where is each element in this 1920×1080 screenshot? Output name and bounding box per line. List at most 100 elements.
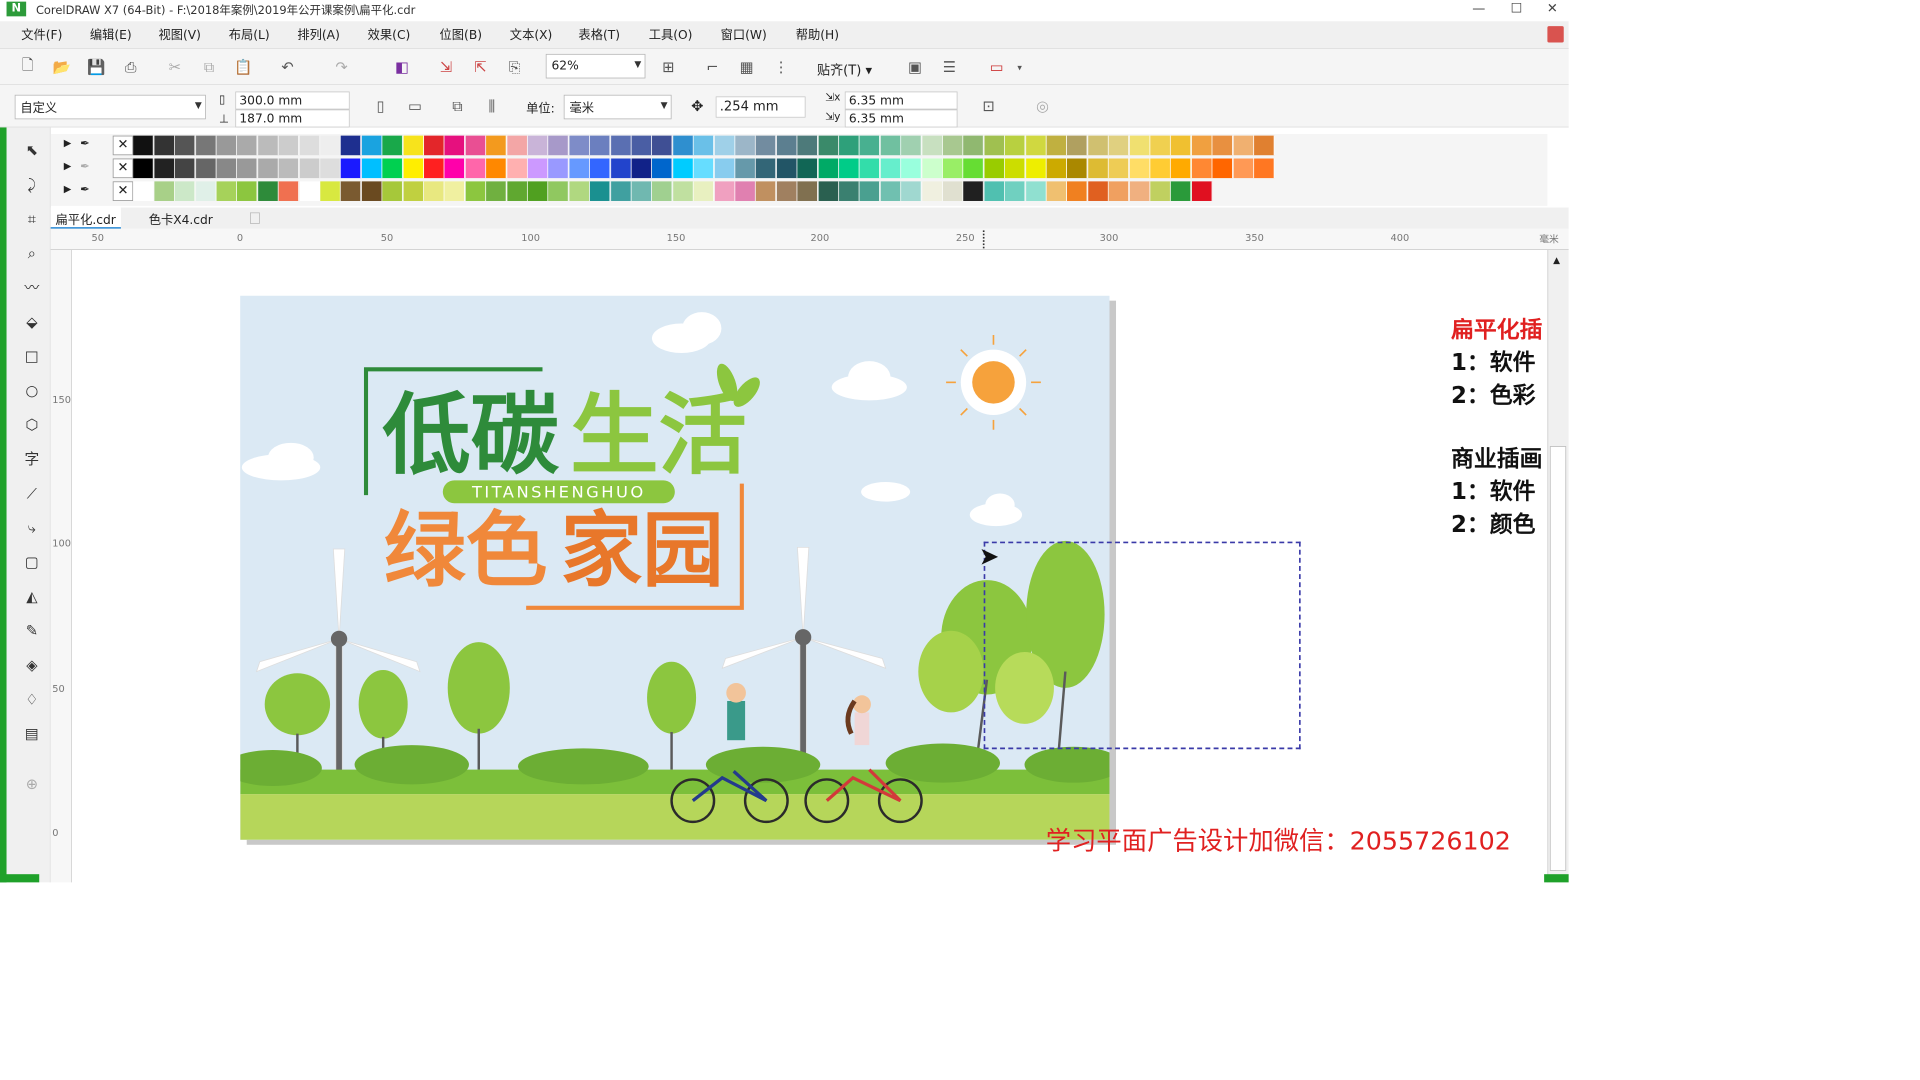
full-screen-icon[interactable]: ⊞ — [657, 56, 680, 79]
palette-swatch[interactable] — [174, 135, 196, 156]
publish-pdf-icon[interactable]: ⎘ — [503, 56, 526, 79]
palette-swatch[interactable] — [1025, 181, 1047, 201]
palette-swatch[interactable] — [341, 158, 362, 179]
welcome-screen-icon[interactable]: ▣ — [904, 56, 927, 79]
palette-swatch[interactable] — [299, 135, 320, 156]
palette-swatch[interactable] — [258, 135, 279, 156]
units-select[interactable]: 毫米 ▼ — [563, 94, 672, 120]
palette-swatch[interactable] — [942, 135, 964, 156]
redo-icon[interactable]: ↷ — [330, 56, 353, 79]
menu-window[interactable]: 窗口(W) — [721, 26, 767, 43]
snap-to-dropdown[interactable]: 贴齐(T) ▾ — [817, 59, 872, 79]
text-tool-icon[interactable]: 字 — [20, 448, 45, 473]
menu-table[interactable]: 表格(T) — [578, 26, 620, 43]
palette-swatch[interactable] — [942, 181, 964, 201]
palette-swatch[interactable] — [984, 135, 1005, 156]
palette-swatch[interactable] — [361, 135, 383, 156]
palette-swatch[interactable] — [652, 181, 673, 201]
palette-swatch[interactable] — [444, 158, 466, 179]
duplicate-y-input[interactable]: 6.35 mm — [844, 109, 958, 128]
close-button[interactable]: ✕ — [1536, 0, 1569, 18]
palette-swatch[interactable] — [278, 158, 300, 179]
palette-swatch[interactable] — [1150, 135, 1171, 156]
copy-icon[interactable]: ⧉ — [198, 56, 221, 79]
palette-swatch[interactable] — [507, 158, 528, 179]
paste-icon[interactable]: 📋 — [232, 56, 255, 79]
palette-swatch[interactable] — [1005, 135, 1026, 156]
palette-swatch[interactable] — [1254, 135, 1275, 156]
palette-swatch[interactable] — [901, 181, 922, 201]
palette-swatch[interactable] — [590, 158, 611, 179]
palette-swatch[interactable] — [216, 135, 237, 156]
zoom-select[interactable]: 62% ▼ — [545, 53, 646, 79]
palette-swatch[interactable] — [507, 181, 528, 201]
palette-swatch[interactable] — [486, 135, 507, 156]
palette-swatch[interactable] — [735, 181, 756, 201]
palette-swatch[interactable] — [1212, 135, 1234, 156]
palette-swatch[interactable] — [216, 158, 237, 179]
new-tab-icon[interactable] — [250, 212, 260, 224]
undo-icon[interactable]: ↶ — [276, 56, 299, 79]
palette-swatch[interactable] — [631, 181, 652, 201]
grid-icon[interactable]: ▦ — [735, 56, 758, 79]
eyedropper-icon[interactable]: ✒ — [80, 183, 90, 196]
palette-swatch[interactable] — [1233, 135, 1254, 156]
menu-view[interactable]: 视图(V) — [158, 26, 200, 43]
menu-help[interactable]: 帮助(H) — [796, 26, 839, 43]
palette-swatch[interactable] — [299, 158, 320, 179]
palette-swatch[interactable] — [320, 181, 341, 201]
palette-swatch[interactable] — [963, 181, 984, 201]
menu-file[interactable]: 文件(F) — [21, 26, 62, 43]
palette-swatch[interactable] — [901, 135, 922, 156]
palette-swatch[interactable] — [735, 135, 756, 156]
palette-swatch[interactable] — [569, 135, 590, 156]
new-icon[interactable]: 🗋 — [16, 56, 39, 79]
palette-swatch[interactable] — [133, 181, 154, 201]
palette-swatch[interactable] — [1150, 181, 1171, 201]
landscape-icon[interactable]: ▭ — [404, 95, 427, 118]
open-icon[interactable]: 📂 — [51, 56, 74, 79]
palette-swatch[interactable] — [1025, 135, 1047, 156]
palette-swatch[interactable] — [610, 181, 632, 201]
palette-swatch[interactable] — [1191, 158, 1213, 179]
palette-swatch[interactable] — [673, 158, 694, 179]
palette-swatch[interactable] — [984, 158, 1005, 179]
palette-swatch[interactable] — [258, 158, 279, 179]
duplicate-x-input[interactable]: 6.35 mm — [844, 91, 958, 110]
palette-swatch[interactable] — [922, 181, 943, 201]
palette-swatch[interactable] — [258, 181, 279, 201]
palette-swatch[interactable] — [382, 158, 403, 179]
palette-swatch[interactable] — [1212, 158, 1234, 179]
palette-swatch[interactable] — [527, 181, 549, 201]
palette-swatch[interactable] — [776, 181, 798, 201]
palette-row-3[interactable]: ✕ — [112, 181, 1518, 201]
palette-swatch[interactable] — [1108, 135, 1130, 156]
palette-swatch[interactable] — [320, 135, 341, 156]
options-icon[interactable]: ☰ — [938, 56, 961, 79]
palette-swatch[interactable] — [797, 158, 818, 179]
palette-swatch[interactable] — [1171, 135, 1192, 156]
palette-swatch[interactable] — [693, 181, 715, 201]
palette-swatch[interactable] — [424, 181, 445, 201]
palette-swatch[interactable] — [299, 181, 320, 201]
vertical-ruler[interactable]: 150 100 50 0 — [50, 250, 72, 883]
palette-swatch[interactable] — [859, 158, 881, 179]
palette-swatch[interactable] — [818, 158, 839, 179]
palette-swatch[interactable] — [1067, 181, 1088, 201]
palette-swatch[interactable] — [922, 158, 943, 179]
palette-swatch[interactable] — [818, 135, 839, 156]
connector-tool-icon[interactable]: ⤷ — [20, 516, 45, 541]
palette-swatch[interactable] — [818, 181, 839, 201]
palette-swatch[interactable] — [361, 181, 383, 201]
crop-tool-icon[interactable]: ⌗ — [20, 208, 45, 233]
transparency-tool-icon[interactable]: ◭ — [20, 585, 45, 610]
palette-arrow-icon[interactable]: ▶ — [64, 160, 72, 171]
palette-swatch[interactable] — [1067, 158, 1088, 179]
palette-swatch[interactable] — [569, 158, 590, 179]
shape-tool-icon[interactable]: ⤸ — [20, 173, 45, 198]
palette-swatch[interactable] — [673, 135, 694, 156]
eyedropper-icon[interactable]: ✒ — [80, 137, 90, 150]
smart-drawing-icon[interactable]: ♢ — [20, 688, 45, 713]
scroll-up-icon[interactable]: ▲ — [1553, 255, 1560, 266]
palette-swatch[interactable] — [901, 158, 922, 179]
